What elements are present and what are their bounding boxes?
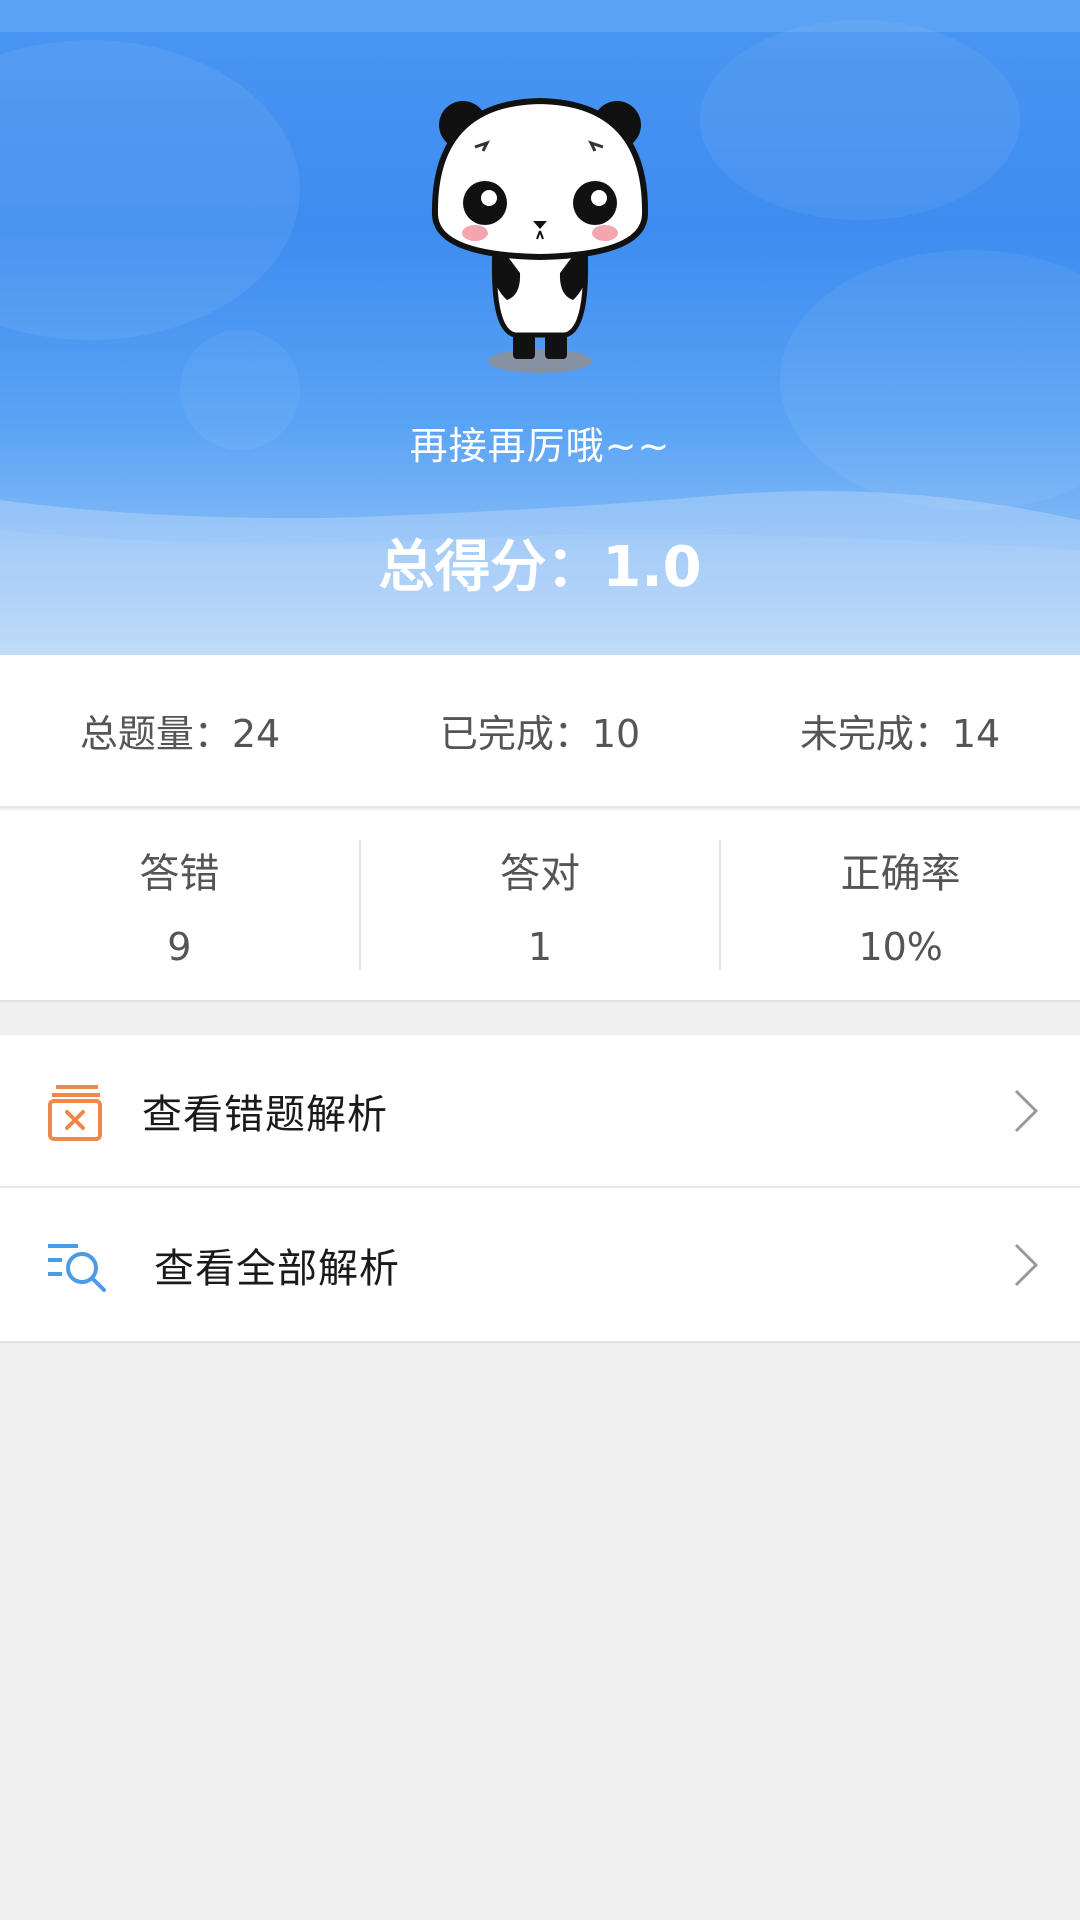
menu-item-label: 查看全部解析	[154, 1245, 400, 1292]
chevron-right-icon	[1014, 1243, 1039, 1286]
wrong-answers-book-icon	[48, 1085, 102, 1141]
completed-count: 已完成：10	[439, 712, 641, 756]
menu-item-label: 查看错题解析	[142, 1091, 388, 1138]
total-score-value: 1.0	[602, 535, 702, 600]
correct-count-stat: 答对 1	[358, 840, 720, 970]
total-score-label: 总得分：	[378, 535, 603, 600]
incomplete-count: 未完成：14	[799, 712, 1001, 756]
stat-value: 1	[527, 925, 553, 969]
stat-label: 答对	[500, 851, 580, 897]
decor-bubble	[700, 20, 1020, 220]
encouragement-text: 再接再厉哦~~	[409, 424, 671, 468]
summary-row: 总题量：24 已完成：10 未完成：14	[0, 655, 1080, 808]
stat-label: 答错	[139, 851, 220, 897]
stat-value: 10%	[858, 925, 943, 969]
view-all-analysis-item[interactable]: 查看全部解析	[0, 1188, 1080, 1343]
wrong-count-stat: 答错 9	[0, 840, 359, 970]
decor-bubble	[0, 40, 300, 340]
list-search-icon	[48, 1244, 106, 1292]
results-row: 答错 9 答对 1 正确率 10%	[0, 810, 1080, 1002]
total-questions: 总题量：24	[79, 712, 281, 756]
score-header: 再接再厉哦~~ 总得分：1.0	[0, 0, 1080, 655]
stat-value: 9	[167, 925, 192, 969]
analysis-menu: 查看错题解析 查看全部解析	[0, 1035, 1080, 1343]
total-score: 总得分：1.0	[0, 522, 1080, 603]
quiz-result-screen: 再接再厉哦~~ 总得分：1.0 总题量：24 已完成：10 未完成：14 答错 …	[0, 0, 1080, 1920]
accuracy-stat: 正确率 10%	[719, 840, 1080, 970]
stat-label: 正确率	[840, 851, 961, 897]
view-wrong-analysis-item[interactable]: 查看错题解析	[0, 1035, 1080, 1188]
chevron-right-icon	[1014, 1089, 1039, 1132]
panda-mascot-icon	[431, 97, 649, 373]
